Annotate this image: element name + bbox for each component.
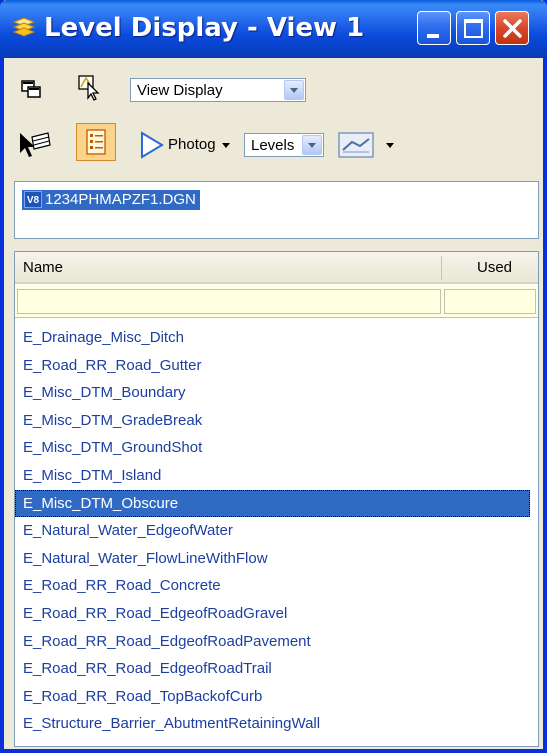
- column-divider[interactable]: [441, 256, 442, 280]
- photog-dropdown-icon[interactable]: [222, 143, 230, 148]
- chevron-down-icon[interactable]: [284, 80, 304, 100]
- file-tree[interactable]: V8 1234PHMAPZF1.DGN: [14, 181, 539, 239]
- view-group-icon[interactable]: [20, 79, 44, 101]
- symbology-dropdown-icon[interactable]: [386, 143, 394, 148]
- symbology-icon[interactable]: [338, 132, 374, 158]
- levels-list-view-button[interactable]: [76, 123, 116, 161]
- level-row[interactable]: E_Road_RR_Road_EdgeofRoadTrail: [15, 655, 538, 683]
- maximize-icon: [464, 19, 483, 38]
- chevron-down-icon[interactable]: [302, 135, 322, 155]
- name-filter-input[interactable]: [17, 289, 441, 314]
- file-name: 1234PHMAPZF1.DGN: [45, 191, 196, 208]
- level-row[interactable]: E_Misc_DTM_GroundShot: [15, 434, 538, 462]
- level-row[interactable]: E_Natural_Water_EdgeofWater: [15, 517, 538, 545]
- file-item-selected[interactable]: V8 1234PHMAPZF1.DGN: [22, 190, 200, 210]
- levels-list-view-icon: [86, 129, 106, 155]
- level-row[interactable]: E_Misc_DTM_Island: [15, 462, 538, 490]
- level-row[interactable]: E_Road_RR_Road_Concrete: [15, 572, 538, 600]
- v8-file-icon: V8: [24, 191, 42, 208]
- list-header: Name Used: [15, 252, 538, 284]
- window-title: Level Display - View 1: [44, 13, 365, 43]
- photog-filter-icon[interactable]: [139, 131, 165, 159]
- column-header-name[interactable]: Name: [23, 259, 63, 276]
- level-rows: E_Drainage_Misc_Ditch E_Road_RR_Road_Gut…: [15, 324, 538, 738]
- title-bar[interactable]: Level Display - View 1: [0, 0, 547, 58]
- element-select-icon[interactable]: [18, 131, 52, 159]
- column-header-used[interactable]: Used: [477, 259, 512, 276]
- view-display-value: View Display: [137, 82, 223, 99]
- photog-label[interactable]: Photog: [168, 136, 216, 153]
- close-icon: [503, 19, 522, 38]
- filter-row: [15, 286, 538, 318]
- level-row[interactable]: E_Misc_DTM_Boundary: [15, 379, 538, 407]
- minimize-button[interactable]: [417, 11, 451, 45]
- view-display-select[interactable]: View Display: [130, 78, 306, 102]
- level-row[interactable]: E_Misc_DTM_GradeBreak: [15, 407, 538, 435]
- levels-select[interactable]: Levels: [244, 133, 324, 157]
- minimize-icon: [427, 34, 439, 38]
- maximize-button[interactable]: [456, 11, 490, 45]
- level-row[interactable]: E_Road_RR_Road_TopBackofCurb: [15, 683, 538, 711]
- level-display-title-icon: [12, 17, 36, 37]
- level-row[interactable]: E_Structure_Barrier_AbutmentRetainingWal…: [15, 710, 538, 738]
- level-display-window: Level Display - View 1 View Display Phot…: [0, 0, 547, 753]
- levels-value: Levels: [251, 137, 295, 154]
- level-row-selected[interactable]: E_Misc_DTM_Obscure: [15, 489, 530, 518]
- level-row[interactable]: E_Road_RR_Road_EdgeofRoadGravel: [15, 600, 538, 628]
- used-filter-input[interactable]: [444, 289, 536, 314]
- level-row[interactable]: E_Road_RR_Road_EdgeofRoadPavement: [15, 628, 538, 656]
- level-list[interactable]: Name Used E_Drainage_Misc_Ditch E_Road_R…: [14, 251, 539, 747]
- select-view-icon[interactable]: [78, 75, 102, 101]
- level-row[interactable]: E_Drainage_Misc_Ditch: [15, 324, 538, 352]
- close-button[interactable]: [495, 11, 529, 45]
- level-row[interactable]: E_Road_RR_Road_Gutter: [15, 352, 538, 380]
- level-row[interactable]: E_Natural_Water_FlowLineWithFlow: [15, 545, 538, 573]
